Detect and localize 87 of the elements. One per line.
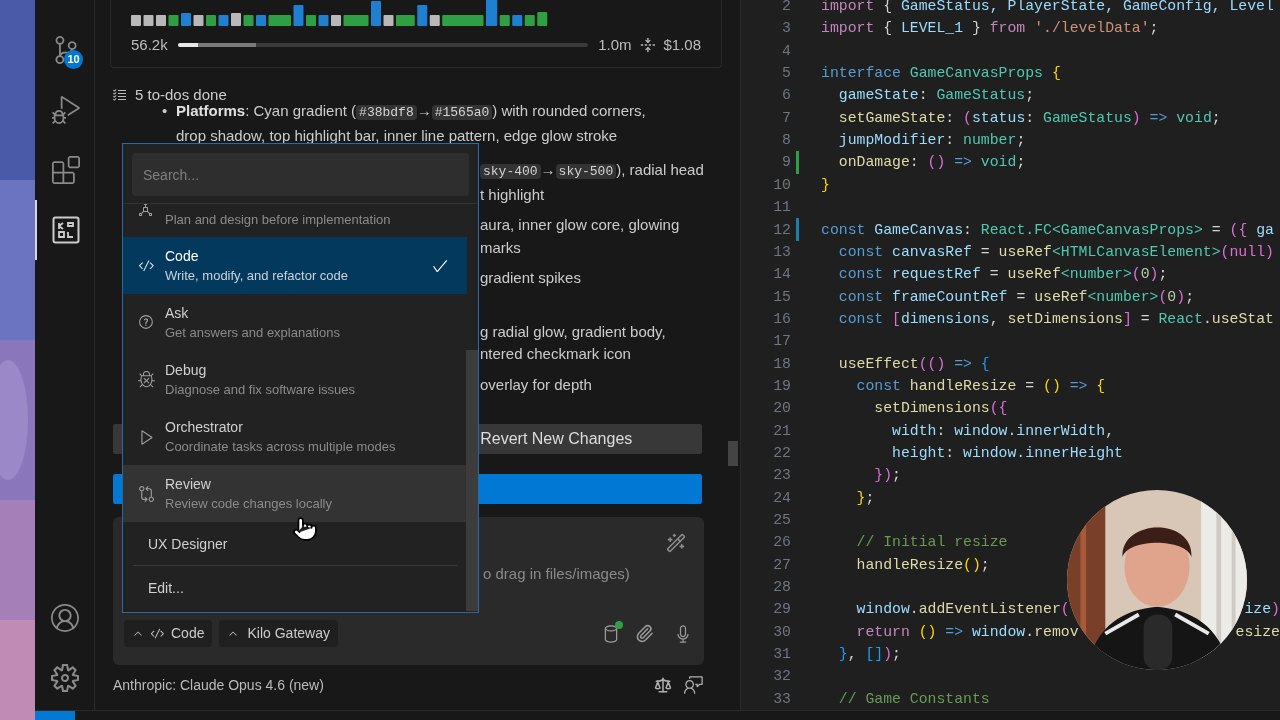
code-line: const handleResize = () => { [855,376,1106,396]
note-line: overlay for depth [480,374,592,395]
line-number: 11 [772,198,791,218]
line-number: 7 [781,108,791,128]
line-number: 32 [772,667,791,687]
mode-description: Write, modify, and refactor code [165,266,350,285]
note-line: gradient spikes [480,268,581,288]
line-number: 24 [772,488,791,508]
note-line: Platforms: Cyan gradient ( #38bdf8 → #1565a0 ) with rounded corners, [176,101,646,122]
line-number: 4 [781,41,791,61]
code-fragment: ize) [1244,600,1280,620]
code-line: // Game Constants [837,689,990,709]
code-line: width: window.innerWidth, [891,421,1115,441]
code-line: } [821,175,830,195]
code-line: import { LEVEL_1 } from './levelData'; [821,19,1159,39]
code-line: const [dimensions, setDimensions] = React.useStat [837,309,1274,329]
note-line: g radial glow, gradient body, [480,321,666,342]
line-number: 22 [772,443,791,463]
line-number: 21 [772,421,791,441]
mode-title: Code [165,246,200,266]
mode-description: Get answers and explanations [165,323,341,342]
code-line: const frameCountRef = useRef<number>(0); [837,287,1195,307]
code-fragment: esize [1235,622,1280,642]
line-number: 6 [781,86,791,106]
note-line: aura, inner glow core, glowing [480,215,680,235]
code-line: useEffect(() => { [837,354,990,374]
line-number: 12 [772,220,791,240]
code-line: gameState: GameStatus; [837,86,1035,106]
code-line: window.addEventListener( [855,600,1070,620]
line-number: 5 [781,64,791,84]
line-number: 2 [781,0,791,17]
code-line: handleResize(); [855,555,990,575]
code-line: interface GameCanvasProps { [821,64,1061,84]
code-line: }); [873,466,901,486]
mode-title: UX Designer [148,534,229,554]
line-number: 26 [772,533,791,553]
code-line: height: window.innerHeight [891,443,1123,463]
mode-description: Coordinate tasks across multiple modes [165,437,397,456]
mode-description: Diagnose and fix software issues [165,380,357,399]
mode-title: Debug [165,360,208,380]
notification-badge: 10 [64,50,83,69]
cost-label: $1.08 [663,35,701,55]
note-line: t highlight [480,184,545,205]
line-number: 29 [772,600,791,620]
line-number: 13 [772,242,791,262]
code-line: const canvasRef = useRef<HTMLCanvasElement>(null) [837,242,1274,262]
code-line: // Initial resize [855,533,1008,553]
note-line: drop shadow, top highlight bar, inner line pattern, edge glow stroke [176,125,618,146]
line-number: 20 [772,399,791,419]
line-number: 10 [772,175,791,195]
mode-title: Orchestrator [165,417,244,437]
line-number: 30 [772,622,791,642]
code-line: return () => window.remov [855,622,1079,642]
code-line: import { GameStatus, PlayerState, GameConfig, Level [821,0,1274,17]
line-number: 25 [772,511,791,530]
note-line: ntered checkmark icon [480,344,631,364]
line-number: 17 [772,332,791,352]
code-line: }, []); [837,645,901,665]
token-count: 56.2k [131,35,168,55]
note-line: sky-400 → sky-500 ), radial head [480,159,704,184]
line-number: 14 [772,265,791,285]
line-number: 27 [772,555,791,575]
code-line: }; [855,488,875,508]
line-number: 33 [772,689,791,709]
mode-description: Review code changes locally [165,494,333,513]
mode-description: Plan and design before implementation [165,211,392,229]
line-number: 15 [772,287,791,307]
code-line: setGameState: (status: GameStatus) => void; [837,108,1221,128]
note-line: marks [480,237,521,258]
line-number: 16 [772,309,791,329]
bullet: • [162,101,169,121]
code-line: jumpModifier: number; [837,131,1026,151]
line-number: 19 [772,376,791,396]
line-number: 31 [772,645,791,665]
line-number: 23 [772,466,791,486]
code-line: onDamage: () => void; [837,153,1026,173]
context-window-size: 1.0m [598,35,632,55]
line-number: 3 [781,19,791,39]
line-number: 18 [772,354,791,374]
code-line: const requestRef = useRef<number>(0); [837,265,1168,285]
code-line: setDimensions({ [873,399,1008,419]
code-line: const GameCanvas: React.FC<GameCanvasProps> = ({ ga [821,220,1274,240]
mode-title: Review [165,474,212,494]
line-number: 9 [781,153,791,173]
line-number: 28 [772,578,791,597]
mode-title: Ask [165,303,190,323]
line-number: 8 [781,131,791,151]
